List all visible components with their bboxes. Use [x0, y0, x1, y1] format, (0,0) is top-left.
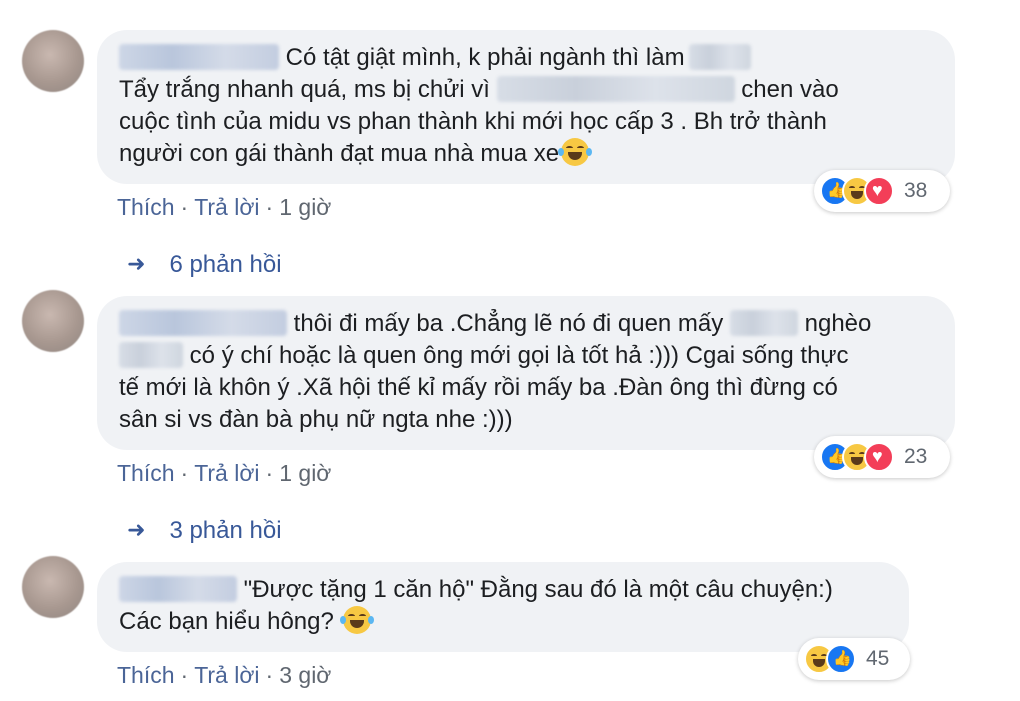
comment-actions: Thích · Trả lời · 1 giờ [117, 460, 331, 487]
commenter-avatar[interactable] [22, 556, 84, 618]
redacted-text [729, 309, 798, 336]
redacted-text [119, 341, 183, 368]
view-replies-link[interactable]: ➜ 3 phản hồi [127, 517, 282, 545]
comment-text: "Được tặng 1 căn hộ" Đằng sau đó là một … [243, 576, 833, 603]
reaction-summary[interactable]: 45 [798, 638, 910, 680]
commenter-avatar[interactable] [22, 290, 84, 352]
timestamp[interactable]: 3 giờ [279, 662, 331, 688]
separator: · [265, 662, 274, 688]
reply-link[interactable]: Trả lời [194, 662, 259, 688]
laughing-tears-emoji-icon [558, 137, 593, 166]
comment-text: chen vào [741, 76, 839, 103]
commenter-name-blurred[interactable] [119, 575, 237, 602]
like-link[interactable]: Thích [117, 662, 175, 688]
separator: · [180, 460, 189, 486]
like-link[interactable]: Thích [117, 194, 175, 220]
love-reaction-icon [864, 442, 894, 472]
commenter-name-blurred[interactable] [119, 43, 279, 70]
laughing-tears-emoji-icon [339, 605, 374, 634]
comment-text: Tẩy trắng nhanh quá, ms bị chửi vì [119, 76, 490, 103]
comment-bubble: "Được tặng 1 căn hộ" Đằng sau đó là một … [97, 562, 909, 652]
commenter-avatar[interactable] [22, 30, 84, 92]
comment-text: Có tật giật mình, k phải ngành thì làm [285, 44, 685, 71]
timestamp[interactable]: 1 giờ [279, 194, 331, 220]
timestamp[interactable]: 1 giờ [279, 460, 331, 486]
separator: · [180, 194, 189, 220]
comment-actions: Thích · Trả lời · 3 giờ [117, 662, 331, 689]
reply-arrow-icon: ➜ [127, 251, 146, 276]
like-link[interactable]: Thích [117, 460, 175, 486]
comment-text: người con gái thành đạt mua nhà mua xe [119, 140, 560, 167]
reaction-summary[interactable]: 38 [814, 170, 950, 212]
love-reaction-icon [864, 176, 894, 206]
reply-link[interactable]: Trả lời [194, 194, 259, 220]
comment-text: tế mới là khôn ý .Xã hội thế kỉ mấy rồi … [119, 374, 838, 401]
reaction-count: 38 [904, 179, 928, 202]
comment-text: Các bạn hiểu hông? [119, 608, 334, 635]
redacted-text [496, 75, 735, 102]
replies-count-label: 6 phản hồi [169, 251, 282, 278]
reaction-count: 45 [866, 647, 890, 670]
comment-text: nghèo [804, 310, 872, 337]
separator: · [180, 662, 189, 688]
comment-actions: Thích · Trả lời · 1 giờ [117, 194, 331, 221]
comment-bubble: Có tật giật mình, k phải ngành thì làm T… [97, 30, 955, 184]
comment-text: có ý chí hoặc là quen ông mới gọi là tốt… [189, 342, 849, 369]
like-reaction-icon [826, 644, 856, 674]
separator: · [265, 194, 274, 220]
redacted-text [688, 43, 751, 70]
comment-bubble: thôi đi mấy ba .Chẳng lẽ nó đi quen mấy … [97, 296, 955, 450]
comment-text: cuộc tình của midu vs phan thành khi mới… [119, 108, 827, 135]
reply-link[interactable]: Trả lời [194, 460, 259, 486]
comment-text: sân si vs đàn bà phụ nữ ngta nhe :))) [119, 406, 513, 433]
reaction-summary[interactable]: 23 [814, 436, 950, 478]
replies-count-label: 3 phản hồi [169, 517, 282, 544]
reaction-count: 23 [904, 445, 928, 468]
reply-arrow-icon: ➜ [127, 517, 146, 542]
separator: · [265, 460, 274, 486]
comment-text: thôi đi mấy ba .Chẳng lẽ nó đi quen mấy [293, 310, 724, 337]
commenter-name-blurred[interactable] [119, 309, 287, 336]
view-replies-link[interactable]: ➜ 6 phản hồi [127, 251, 282, 279]
